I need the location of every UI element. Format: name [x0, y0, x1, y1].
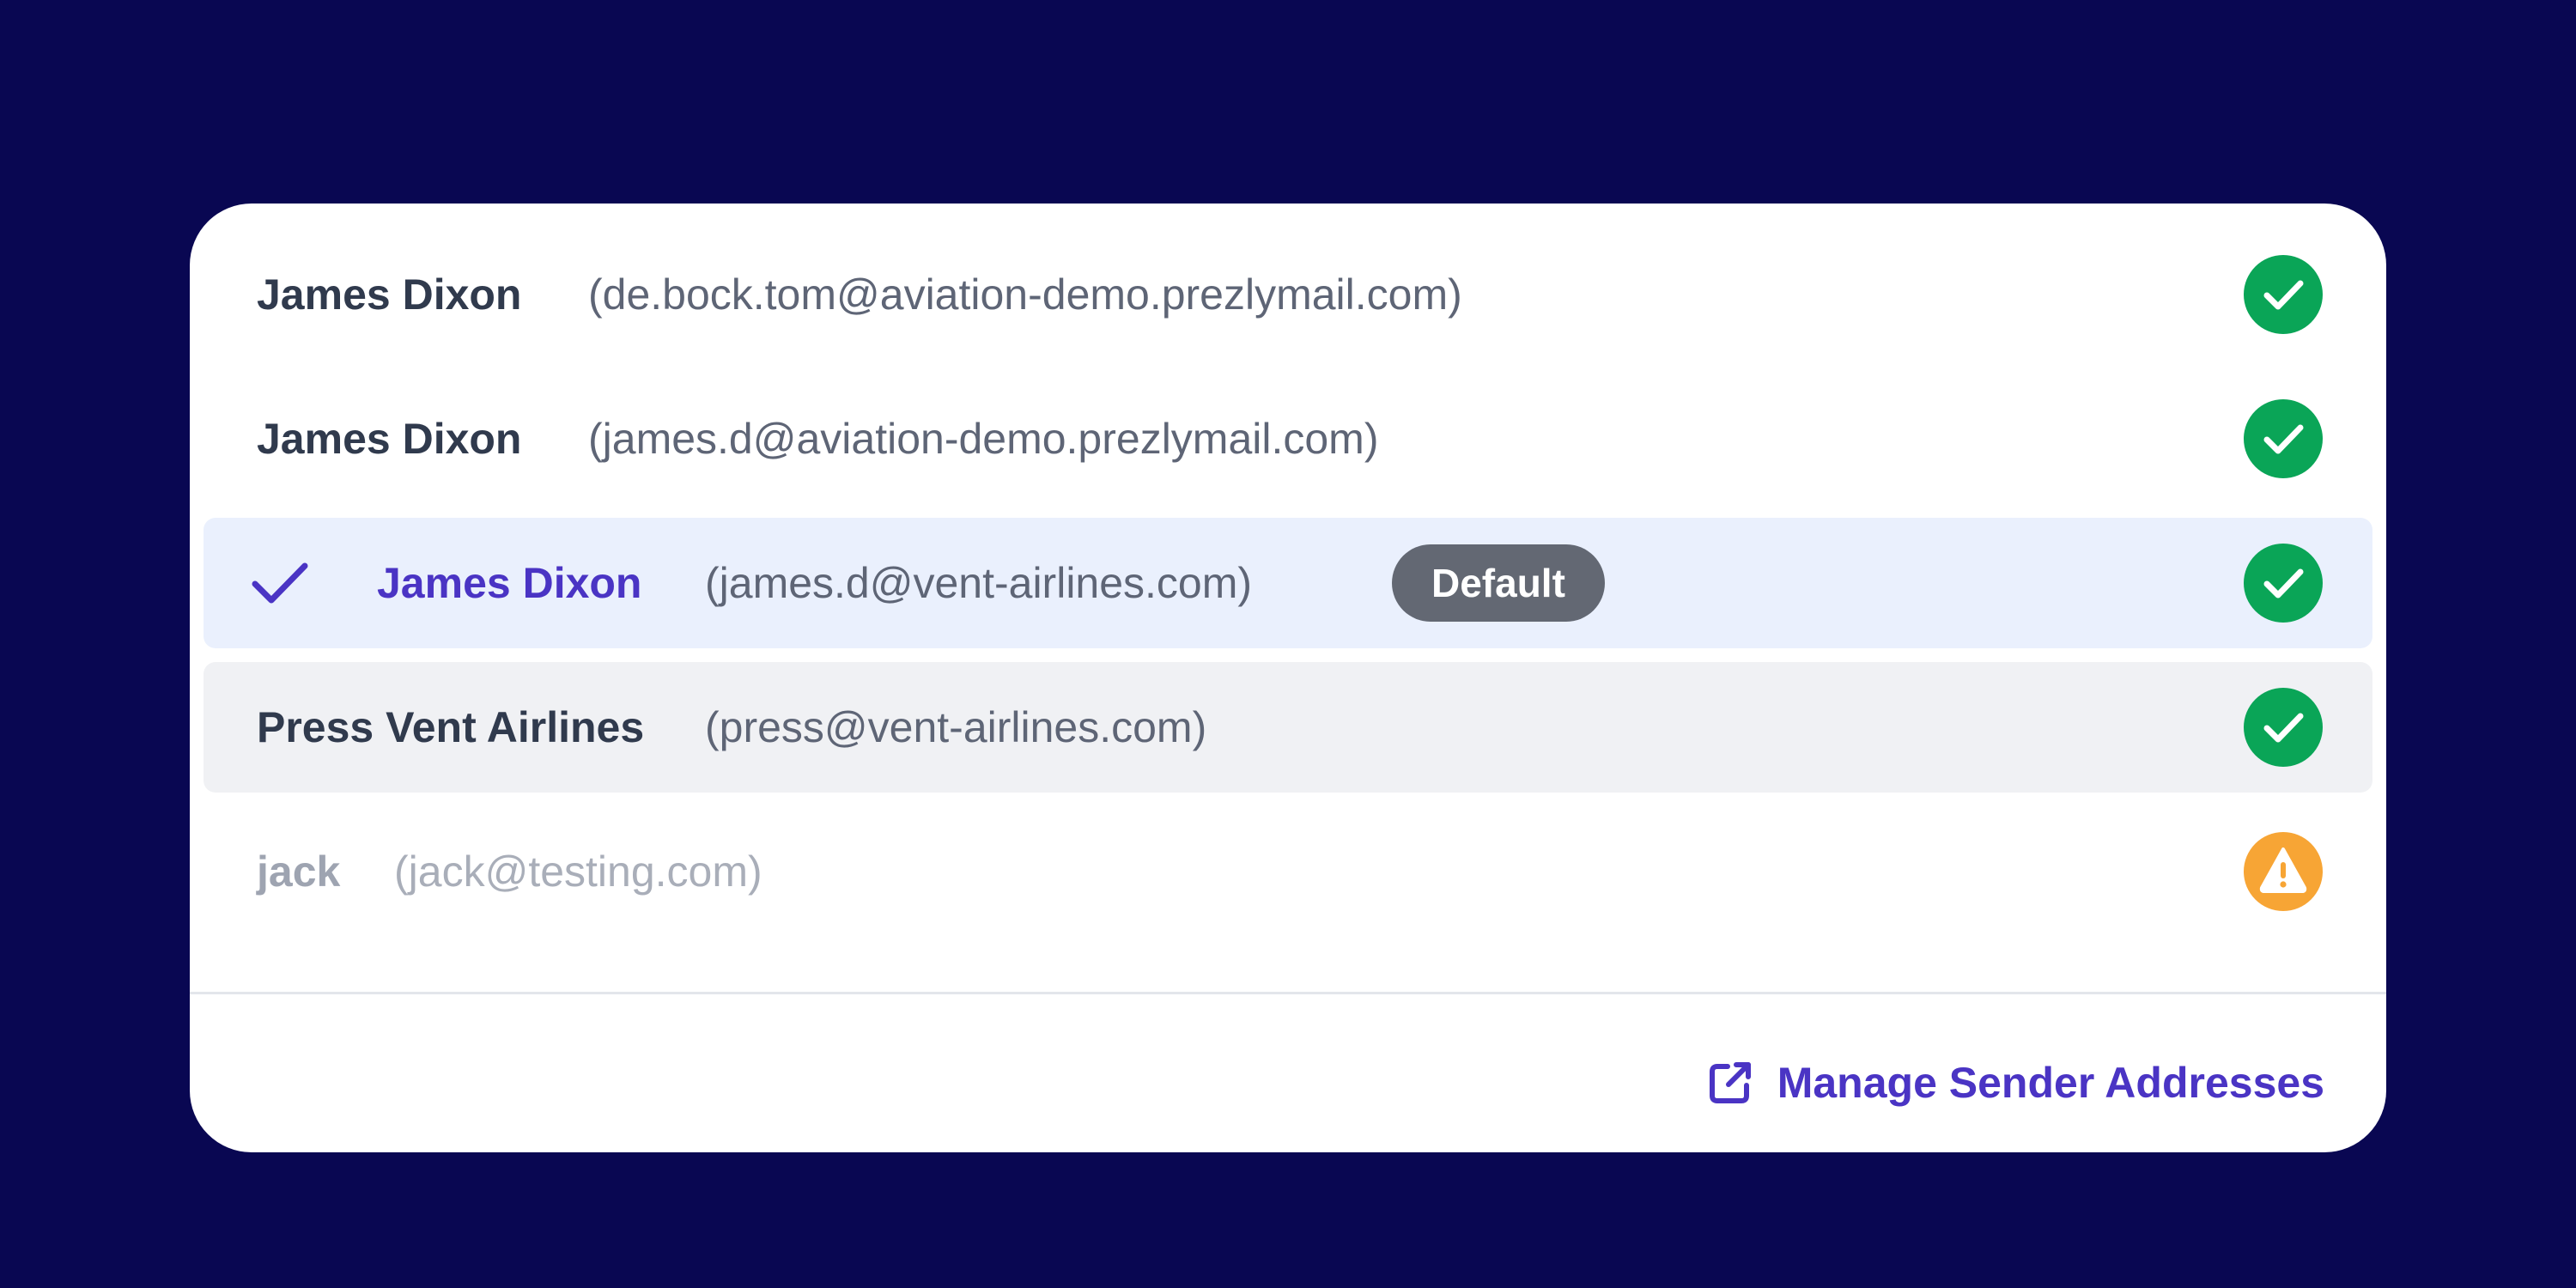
default-badge: Default: [1392, 544, 1605, 622]
manage-sender-addresses-link[interactable]: Manage Sender Addresses: [1705, 1048, 2324, 1117]
check-circle-icon: [2244, 255, 2323, 334]
sender-list: James Dixon (de.bock.tom@aviation-demo.p…: [190, 204, 2386, 993]
manage-sender-addresses-label: Manage Sender Addresses: [1777, 1059, 2324, 1107]
sender-option-3[interactable]: Press Vent Airlines (press@vent-airlines…: [204, 662, 2372, 793]
sender-name: Press Vent Airlines: [257, 703, 645, 751]
external-link-icon: [1709, 1062, 1751, 1103]
sender-email: (james.d@aviation-demo.prezlymail.com): [588, 415, 1379, 463]
warning-triangle-icon: [2244, 832, 2323, 911]
check-circle-icon: [2244, 544, 2323, 623]
sender-email: (press@vent-airlines.com): [705, 703, 1207, 751]
check-circle-icon: [2244, 399, 2323, 478]
sender-dropdown: James Dixon (de.bock.tom@aviation-demo.p…: [190, 204, 2386, 1152]
sender-email: (de.bock.tom@aviation-demo.prezlymail.co…: [588, 270, 1462, 319]
sender-email: (jack@testing.com): [394, 848, 762, 896]
sender-option-2-selected[interactable]: James Dixon (james.d@vent-airlines.com) …: [204, 518, 2372, 648]
check-circle-icon: [2244, 688, 2323, 767]
sender-name: James Dixon: [257, 415, 522, 463]
checkmark-icon: [252, 562, 308, 604]
footer-divider: [190, 992, 2386, 994]
sender-option-1[interactable]: James Dixon (james.d@aviation-demo.prezl…: [204, 374, 2372, 504]
sender-email: (james.d@vent-airlines.com): [705, 559, 1253, 607]
sender-option-0[interactable]: James Dixon (de.bock.tom@aviation-demo.p…: [204, 229, 2372, 360]
sender-option-4[interactable]: jack (jack@testing.com): [204, 806, 2372, 937]
sender-name: James Dixon: [257, 270, 522, 319]
sender-name: jack: [257, 848, 341, 896]
sender-name: James Dixon: [377, 559, 642, 607]
